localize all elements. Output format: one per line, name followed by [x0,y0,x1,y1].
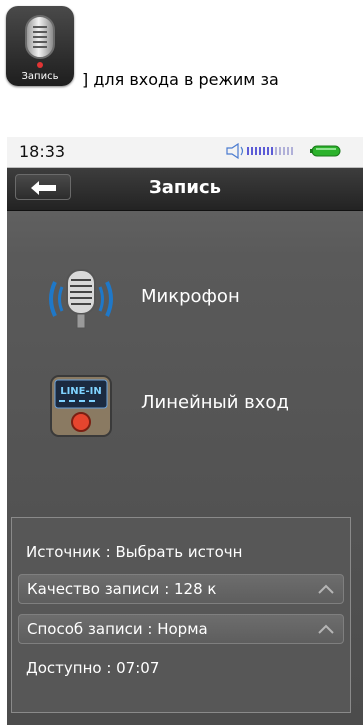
chevron-up-icon [318,584,334,594]
menu-item-label: Линейный вход [141,392,289,413]
clock: 18:33 [19,142,66,161]
menu-item-label: Микрофон [141,286,240,307]
title-bar: Запись [7,168,363,211]
chevron-up-icon [318,624,334,634]
battery-icon [310,145,341,157]
record-dot-icon [37,62,43,68]
device-screen: 18:33 Запись Микрофон LINE-IN Линейный в… [7,137,363,725]
available-setting: Доступно : 07:07 [18,654,344,684]
record-app-icon: Запись [6,6,74,86]
available-time-text: Доступно : 07:07 [26,659,160,677]
quality-setting[interactable]: Качество записи : 128 к [18,574,344,604]
microphone-icon [25,15,55,59]
source-setting[interactable]: Источник : Выбрать источн [18,538,344,568]
manual-instruction-text: ] для входа в режим за [82,70,279,89]
method-setting-text: Способ записи : Норма [27,620,208,638]
microphone-icon [49,269,113,329]
page-title: Запись [148,177,222,198]
line-in-icon-text: LINE-IN [60,386,102,397]
settings-panel: Источник : Выбрать источн Качество запис… [11,517,351,713]
menu-item-microphone[interactable]: Микрофон [7,264,363,334]
app-icon-label: Запись [21,71,59,82]
line-in-icon: LINE-IN [50,375,112,437]
volume-icon [226,143,293,159]
method-setting[interactable]: Способ записи : Норма [18,614,344,644]
status-bar: 18:33 [7,137,363,168]
source-setting-text: Источник : Выбрать источн [26,543,243,561]
menu-item-line-in[interactable]: LINE-IN Линейный вход [7,370,363,440]
quality-setting-text: Качество записи : 128 к [27,580,217,598]
